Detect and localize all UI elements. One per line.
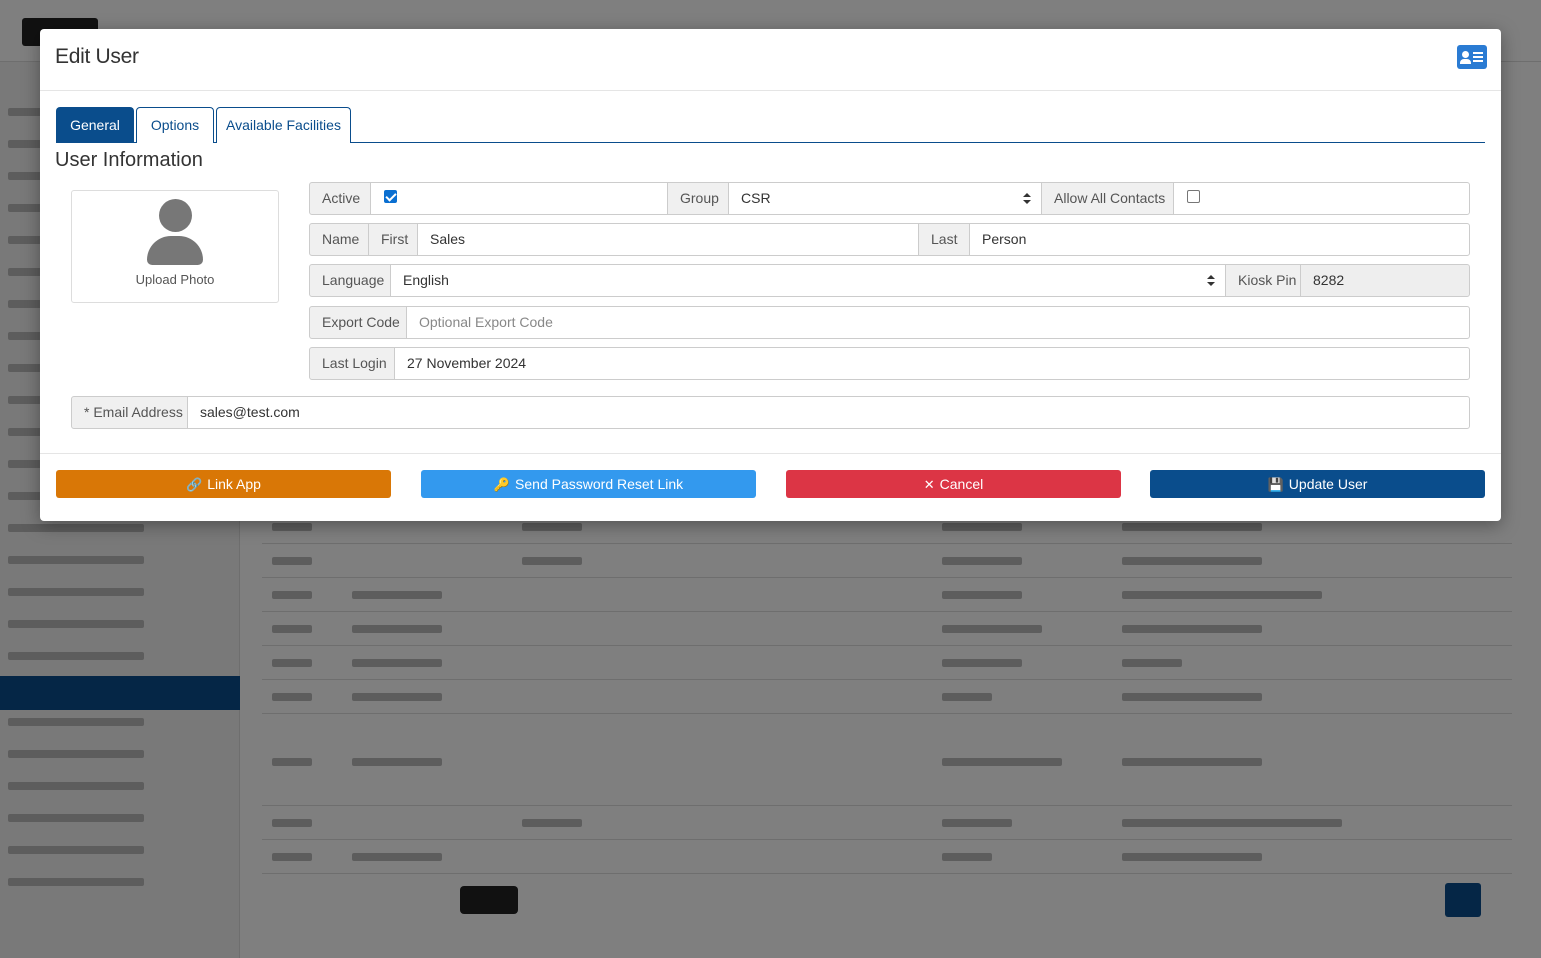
active-checkbox[interactable]: [384, 190, 397, 203]
save-icon: 💾: [1267, 477, 1284, 492]
user-avatar-icon: [146, 199, 204, 265]
modal-title: Edit User: [55, 45, 139, 68]
name-label: Name: [309, 223, 369, 256]
last-login-value: 27 November 2024: [394, 347, 1470, 380]
last-login-row: Last Login 27 November 2024: [309, 347, 1470, 380]
active-label: Active: [309, 182, 371, 215]
last-name-input[interactable]: Person: [969, 223, 1470, 256]
kiosk-pin-value: 8282: [1300, 264, 1470, 297]
modal-footer: 🔗 Link App 🔑 Send Password Reset Link ✕ Can…: [40, 453, 1501, 521]
last-login-label: Last Login: [309, 347, 395, 380]
active-checkbox-cell: [370, 182, 668, 215]
status-row: Active Group CSR Allow All Contacts: [309, 182, 1470, 215]
first-name-label: First: [368, 223, 418, 256]
export-code-row: Export Code Optional Export Code: [309, 306, 1470, 339]
tab-bar: General Options Available Facilities: [56, 107, 1485, 143]
export-code-input[interactable]: Optional Export Code: [406, 306, 1470, 339]
email-input[interactable]: sales@test.com: [187, 396, 1470, 429]
tab-options[interactable]: Options: [136, 107, 214, 143]
allow-all-contacts-checkbox[interactable]: [1187, 190, 1200, 203]
link-app-button[interactable]: 🔗 Link App: [56, 470, 391, 498]
link-app-label: Link App: [207, 476, 261, 492]
key-icon: 🔑: [493, 477, 511, 492]
tab-available-facilities[interactable]: Available Facilities: [216, 107, 351, 143]
tab-general[interactable]: General: [56, 107, 134, 143]
group-select[interactable]: CSR: [728, 182, 1042, 215]
link-icon: 🔗: [186, 477, 203, 492]
language-select[interactable]: English: [390, 264, 1226, 297]
first-name-input[interactable]: Sales: [417, 223, 919, 256]
name-row: Name First Sales Last Person: [309, 223, 1470, 256]
language-select-value: English: [403, 272, 449, 288]
cancel-button[interactable]: ✕ Cancel: [786, 470, 1121, 498]
update-user-button[interactable]: 💾 Update User: [1150, 470, 1485, 498]
upload-photo-label: Upload Photo: [135, 272, 215, 287]
contact-card-icon: [1457, 45, 1487, 69]
cancel-label: Cancel: [939, 476, 984, 492]
group-select-value: CSR: [741, 190, 771, 206]
modal-header: Edit User: [40, 29, 1501, 91]
allow-all-contacts-cell: [1173, 182, 1470, 215]
select-arrows-icon: [1023, 193, 1031, 205]
language-label: Language: [309, 264, 391, 297]
kiosk-pin-label: Kiosk Pin: [1225, 264, 1301, 297]
group-label: Group: [667, 182, 729, 215]
export-code-label: Export Code: [309, 306, 407, 339]
send-password-reset-button[interactable]: 🔑 Send Password Reset Link: [421, 470, 756, 498]
edit-user-modal: Edit User General Options Available Faci…: [40, 29, 1501, 521]
email-row: * Email Address sales@test.com: [71, 396, 1470, 429]
section-title: User Information: [55, 149, 203, 171]
language-row: Language English Kiosk Pin 8282: [309, 264, 1471, 297]
upload-photo-box[interactable]: Upload Photo: [71, 190, 279, 303]
allow-all-contacts-label: Allow All Contacts: [1041, 182, 1174, 215]
last-name-label: Last: [918, 223, 970, 256]
select-arrows-icon: [1207, 275, 1215, 287]
update-user-label: Update User: [1288, 476, 1368, 492]
email-label: * Email Address: [71, 396, 188, 429]
send-password-reset-label: Send Password Reset Link: [515, 476, 684, 492]
close-icon: ✕: [923, 477, 935, 492]
